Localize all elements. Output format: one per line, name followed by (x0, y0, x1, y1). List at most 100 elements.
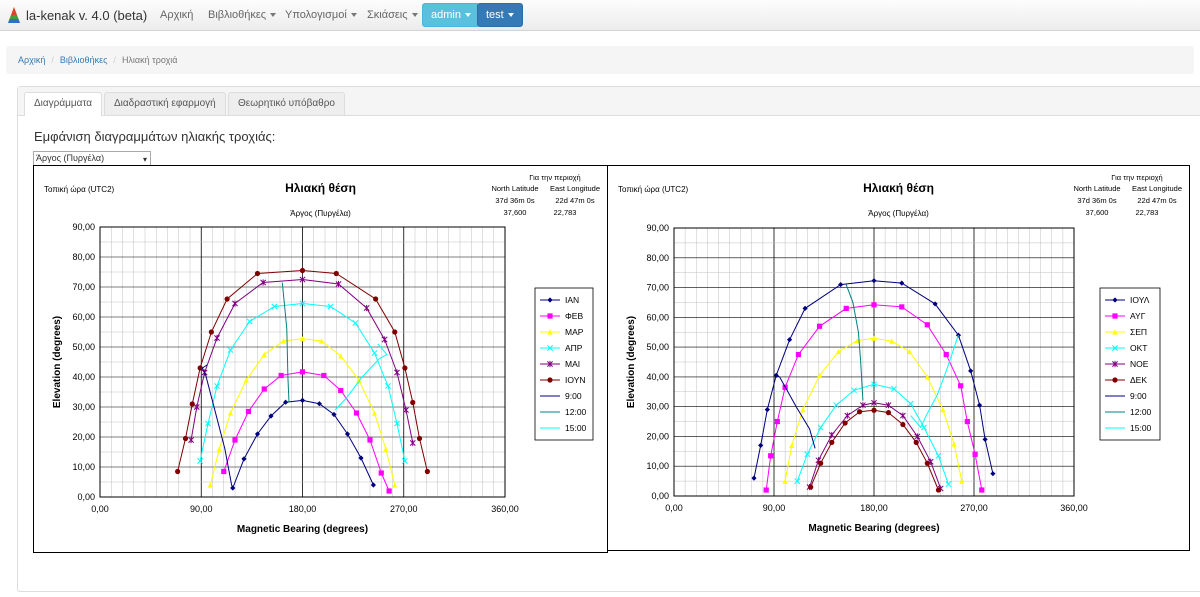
data-point (416, 435, 423, 442)
breadcrumb-libraries[interactable]: Βιβλιοθήκες (60, 55, 108, 65)
data-point (844, 412, 851, 419)
data-point (182, 435, 189, 442)
data-point (758, 442, 764, 448)
legend: ΙΑΝ ΦΕΒ ΜΑΡ ΑΠΡ ΜΑΙ ΙΟΥΝ 9:00 12:00 15:00 (534, 287, 594, 441)
pyramid-logo-icon (6, 6, 22, 24)
legend-label: 12:00 (1130, 407, 1152, 417)
data-point (208, 329, 214, 335)
legend: ΙΟΥΛ ΑΥΓ ΣΕΠ ΟΚΤ ΝΟΕ ΔΕΚ 9:00 12:00 15:00 (1099, 287, 1161, 441)
tab-diagrams[interactable]: Διαγράμματα (24, 92, 103, 116)
data-point (278, 372, 284, 379)
legend-marker (547, 313, 553, 319)
legend-label: ΔΕΚ (1130, 375, 1147, 385)
data-point (261, 386, 267, 392)
info-header: Για την περιοχή (529, 173, 580, 182)
data-point (403, 406, 409, 414)
nav-shading-label: Σκιάσεις (367, 9, 408, 21)
data-point (241, 456, 247, 462)
brand-text: la-kenak v. 4.0 (beta) (26, 7, 148, 23)
sun-path-chart-2: Τοπική ώρα (UTC2) Ηλιακή θέση Άργος (Πυργέ… (607, 165, 1190, 551)
data-point (800, 407, 806, 413)
data-point (224, 296, 230, 302)
series-ΦΕΒ (221, 369, 392, 494)
data-point (842, 420, 848, 426)
x-axis-label: Magnetic Bearing (degrees) (808, 523, 939, 534)
hour-line-15:00 (910, 335, 959, 429)
nav-libraries[interactable]: Βιβλιοθήκες (208, 0, 277, 30)
chart-subtitle: Άργος (Πυργέλα) (868, 209, 929, 218)
data-point (871, 407, 877, 413)
user-menu-label: admin (431, 9, 461, 21)
brand-link[interactable]: la-kenak v. 4.0 (beta) (6, 4, 147, 26)
nav-home[interactable]: Αρχική (160, 0, 193, 30)
y-tick-label: 60,00 (72, 312, 95, 322)
data-point (924, 322, 930, 328)
data-point (763, 487, 769, 493)
data-point (232, 437, 238, 443)
legend-label: ΙΟΥΝ (565, 375, 586, 385)
chevron-down-icon (270, 13, 277, 18)
breadcrumb-home[interactable]: Αρχική (18, 55, 45, 65)
data-point (353, 410, 360, 416)
data-point (907, 400, 914, 407)
y-tick-label: 30,00 (72, 402, 95, 412)
y-tick-label: 80,00 (646, 253, 669, 263)
data-point (913, 439, 919, 445)
data-point (358, 455, 364, 461)
breadcrumb-current: Ηλιακή τροχιά (121, 55, 178, 65)
sun-path-chart-1: Τοπική ώρα (UTC2) Ηλιακή θέση Άργος (Πυργέ… (33, 165, 608, 553)
data-point (175, 468, 181, 475)
data-point (935, 487, 942, 493)
data-point (189, 401, 195, 407)
chart-subtitle: Άργος (Πυργέλα) (290, 209, 351, 218)
data-point (856, 409, 863, 415)
data-point (900, 421, 906, 428)
sun-path-chart-1-svg: Τοπική ώρα (UTC2) Ηλιακή θέση Άργος (Πυργέ… (44, 173, 600, 535)
legend-label: ΙΑΝ (565, 295, 579, 305)
breadcrumb-separator: / (51, 55, 54, 65)
local-time-label: Τοπική ώρα (UTC2) (618, 185, 689, 194)
x-tick-label: 0,00 (665, 503, 683, 513)
data-point (789, 442, 795, 448)
nav-libraries-label: Βιβλιοθήκες (208, 9, 267, 21)
y-tick-label: 90,00 (72, 222, 95, 232)
legend-label: 15:00 (1130, 423, 1152, 433)
y-tick-label: 50,00 (646, 342, 669, 352)
data-point (843, 305, 849, 311)
tabs-bar: Διαγράμματα Διαδραστική εφαρμογή Θεωρητι… (18, 87, 1200, 116)
data-point (246, 318, 253, 325)
info-lat-label: North Latitude (1073, 184, 1120, 193)
x-axis-label: Magnetic Bearing (degrees) (237, 524, 368, 535)
data-point (424, 468, 430, 475)
series-ΔΕΚ (808, 407, 942, 493)
data-point (764, 407, 770, 413)
location-select[interactable]: Άργος (Πυργέλα) ▾ (33, 151, 151, 166)
x-tick-label: 360,00 (1060, 503, 1088, 513)
series-line (232, 399, 374, 489)
tab-theory-label: Θεωρητικό υπόβαθρο (238, 98, 335, 109)
data-point (383, 446, 389, 452)
grid-lines (99, 226, 506, 498)
nav-calculations[interactable]: Υπολογισμοί (285, 0, 357, 30)
tab-theory[interactable]: Θεωρητικό υπόβαθρο (228, 92, 345, 115)
legend-marker (1112, 313, 1118, 319)
legend-label: 9:00 (1130, 391, 1147, 401)
data-point (392, 329, 398, 335)
x-tick-label: 270,00 (960, 503, 988, 513)
legend-marker (547, 377, 553, 383)
data-point (751, 475, 757, 481)
nav-shading[interactable]: Σκιάσεις (367, 0, 418, 30)
y-tick-label: 0,00 (651, 491, 669, 501)
data-point (899, 304, 905, 310)
data-point (232, 300, 238, 307)
data-point (188, 436, 195, 444)
tab-interactive-app-label: Διαδραστική εφαρμογή (114, 98, 216, 109)
data-point (935, 452, 942, 459)
test-menu-button[interactable]: test (477, 3, 523, 27)
local-time-label: Τοπική ώρα (UTC2) (44, 185, 115, 194)
legend-label: ΦΕΒ (565, 311, 583, 321)
data-point (227, 347, 234, 353)
data-point (371, 410, 378, 416)
tab-interactive-app[interactable]: Διαδραστική εφαρμογή (104, 92, 226, 115)
user-menu-button[interactable]: admin (422, 3, 480, 27)
